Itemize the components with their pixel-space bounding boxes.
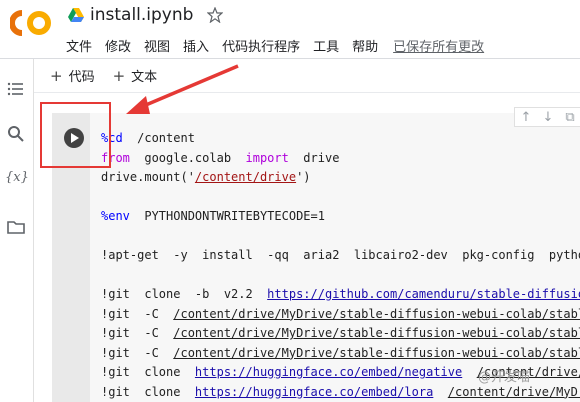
code-line: drive.mount('/content/drive')	[101, 168, 580, 188]
code-token: !git -C	[101, 306, 174, 321]
code-token: /content/drive/MyDrive	[447, 384, 580, 399]
code-token: google.colab	[129, 150, 246, 165]
search-icon[interactable]	[6, 124, 26, 144]
code-editor[interactable]: %cd /content from google.colab import dri…	[101, 129, 580, 402]
highlight-box	[40, 102, 111, 168]
code-token: !apt-get -y install -qq aria2 libcairo2-…	[101, 248, 580, 262]
code-line: !git -C /content/drive/MyDrive/stable-di…	[101, 324, 580, 344]
menu-view[interactable]: 视图	[144, 36, 170, 55]
code-token: drive.mount('	[101, 170, 195, 184]
menu-tools[interactable]: 工具	[313, 36, 339, 55]
menu-help[interactable]: 帮助	[352, 36, 378, 55]
google-drive-icon	[68, 8, 84, 22]
code-line: %env PYTHONDONTWRITEBYTECODE=1	[101, 207, 580, 227]
code-token: %env	[101, 209, 130, 223]
folder-icon[interactable]	[6, 217, 26, 237]
colab-logo	[10, 10, 51, 36]
code-token[interactable]: https://huggingface.co/embed/lora	[195, 385, 433, 399]
menu-runtime[interactable]: 代码执行程序	[222, 36, 300, 55]
move-up-icon[interactable]: ↑	[515, 110, 537, 125]
code-token: /content	[122, 131, 195, 145]
code-token: /content/drive/MyDrive/stable-diffusion-…	[173, 345, 580, 360]
add-code-button[interactable]: + 代码	[50, 66, 95, 86]
watermark: @开发喵	[478, 370, 531, 385]
code-token: ')	[296, 170, 311, 184]
code-line: !git clone -b v2.2 https://github.com/ca…	[101, 285, 580, 305]
code-token[interactable]: https://github.com/camenduru/stable-diff…	[267, 287, 580, 301]
code-token: drive	[288, 150, 340, 165]
annotation-arrow	[126, 64, 239, 114]
menu-edit[interactable]: 修改	[105, 36, 131, 55]
add-code-label: 代码	[68, 70, 95, 85]
code-line: !git -C /content/drive/MyDrive/stable-di…	[101, 305, 580, 325]
code-token: import	[245, 150, 289, 165]
code-token[interactable]: https://huggingface.co/embed/negative	[195, 365, 462, 379]
plus-icon: +	[50, 66, 63, 85]
star-icon[interactable]	[207, 7, 224, 23]
menu-file[interactable]: 文件	[66, 36, 92, 55]
link-icon[interactable]: ⧉	[559, 110, 580, 125]
code-token: !git -C	[101, 345, 174, 360]
code-line: from google.colab import drive	[101, 149, 580, 169]
code-token: PYTHONDONTWRITEBYTECODE=1	[129, 209, 325, 223]
code-line: %cd /content	[101, 129, 580, 149]
code-token: !git -C	[101, 326, 174, 340]
code-token: /content/drive/MyDrive/stable-diffusion-…	[173, 306, 580, 321]
code-line: !apt-get -y install -qq aria2 libcairo2-…	[101, 246, 580, 266]
code-token: /content/drive	[194, 170, 297, 184]
cell-toolbar: ↑ ↓ ⧉	[514, 107, 580, 127]
table-of-contents-icon[interactable]	[6, 79, 26, 99]
code-token: !git clone	[101, 365, 195, 379]
notebook-title[interactable]: install.ipynb	[90, 5, 193, 25]
menu-bar: 文件 修改 视图 插入 代码执行程序 工具 帮助 已保存所有更改	[66, 36, 497, 55]
left-sidebar: {x}	[0, 59, 34, 402]
code-token: /content/drive/MyDrive/stable-diffusion-…	[173, 326, 580, 340]
code-line: !git clone https://huggingface.co/embed/…	[101, 383, 580, 402]
header-divider	[0, 58, 580, 59]
move-down-icon[interactable]: ↓	[537, 110, 559, 125]
code-line: !git -C /content/drive/MyDrive/stable-di…	[101, 344, 580, 364]
variables-icon[interactable]: {x}	[5, 170, 29, 185]
menu-insert[interactable]: 插入	[183, 36, 209, 55]
code-token: !git clone	[101, 384, 195, 399]
code-token: !git clone -b v2.2	[101, 287, 268, 301]
saved-status[interactable]: 已保存所有更改	[393, 36, 484, 55]
